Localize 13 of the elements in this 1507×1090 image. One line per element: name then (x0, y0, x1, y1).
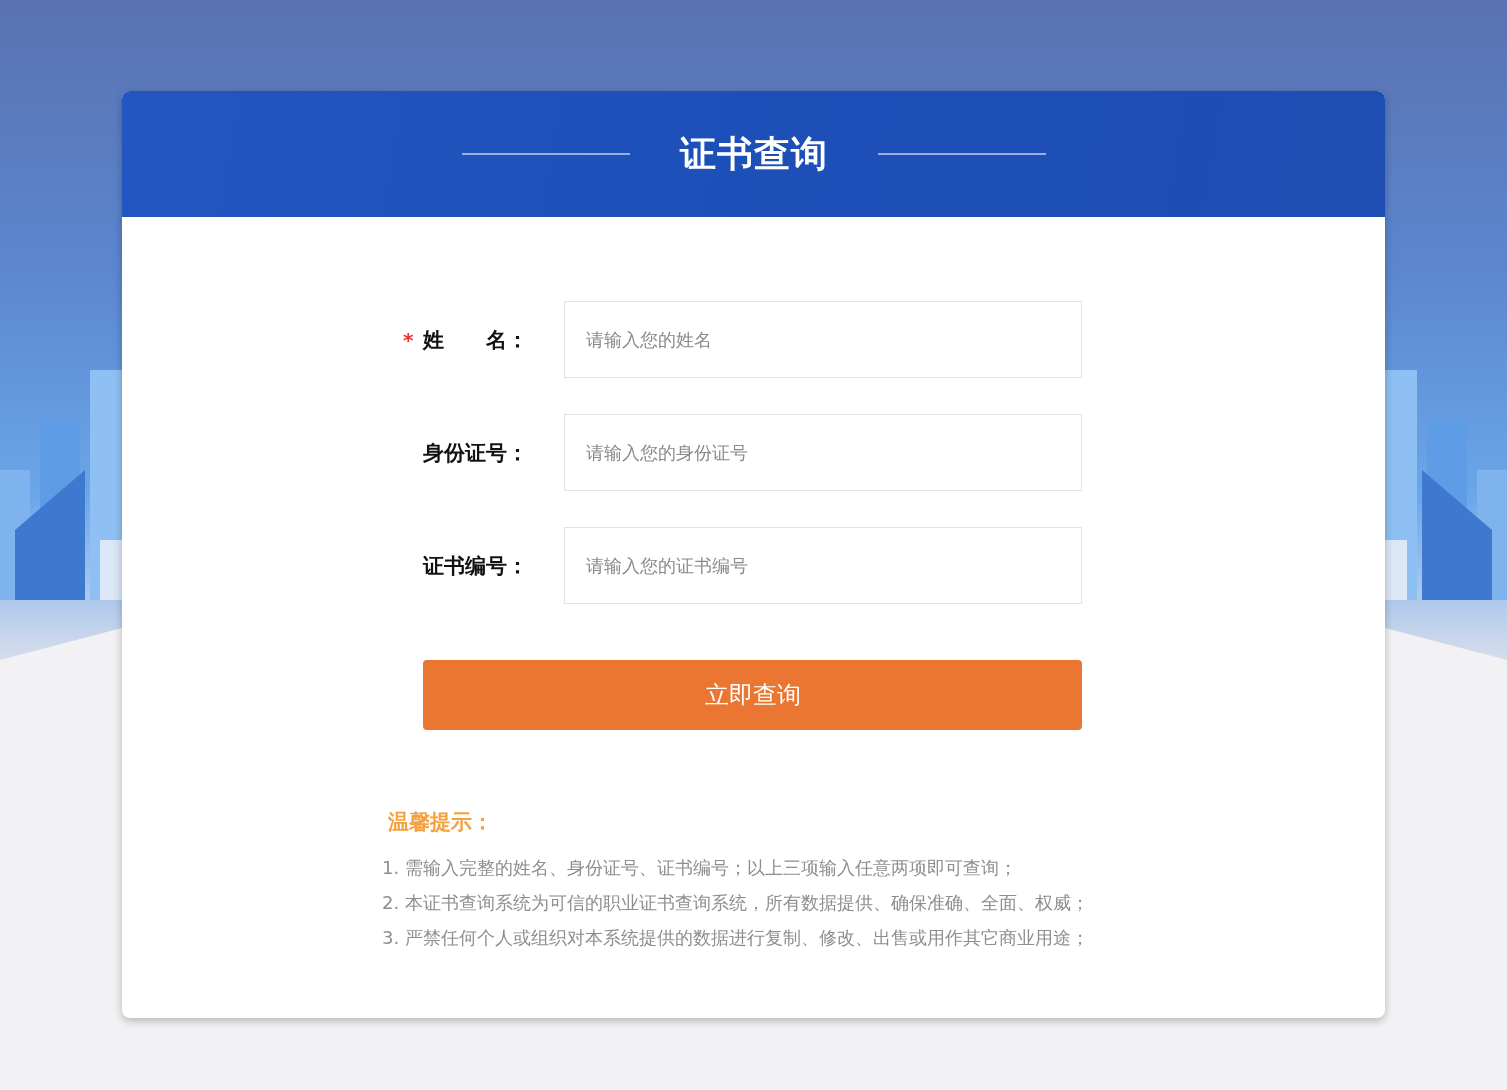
input-field[interactable]: 请输入您的姓名 (564, 301, 1082, 378)
input-field[interactable]: 请输入您的证书编号 (564, 527, 1082, 604)
page-title: 证书查询 (679, 131, 828, 176)
field-label: 姓 名： (423, 326, 528, 354)
field-label: 身份证号： (423, 439, 528, 467)
tips-title: 温馨提示： (388, 809, 494, 836)
field-label: 证书编号： (423, 552, 528, 580)
tip-text: 3. 严禁任何个人或组织对本系统提供的数据进行复制、修改、出售或用作其它商业用途； (382, 926, 1090, 950)
input-field[interactable]: 请输入您的身份证号 (564, 414, 1082, 491)
required-mark: * (403, 327, 414, 352)
submit-button[interactable]: 立即查询 (423, 660, 1082, 730)
tip-text: 1. 需输入完整的姓名、身份证号、证书编号；以上三项输入任意两项即可查询； (382, 856, 1018, 880)
tip-text: 2. 本证书查询系统为可信的职业证书查询系统，所有数据提供、确保准确、全面、权威； (382, 891, 1090, 915)
